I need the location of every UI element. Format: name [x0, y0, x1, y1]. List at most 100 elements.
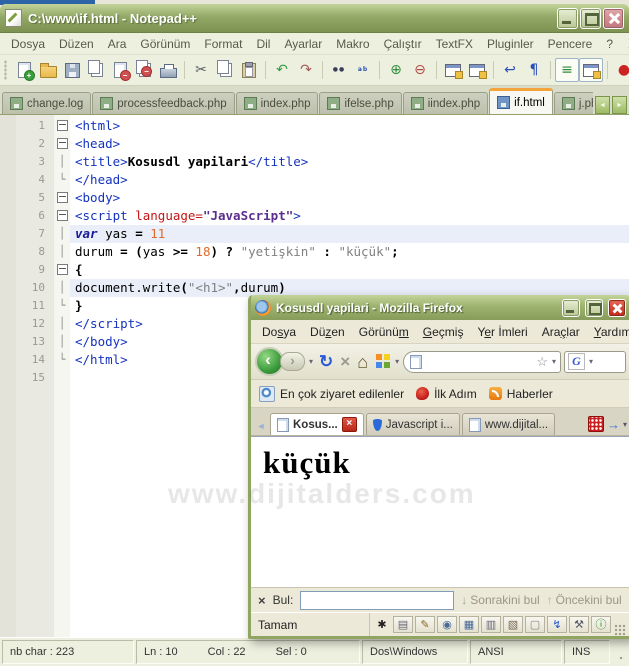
ff-tab-javascript[interactable]: Javascript i... — [365, 413, 460, 435]
lightning-icon[interactable]: ↯ — [547, 616, 567, 633]
cut-icon[interactable]: ✂ — [189, 58, 213, 82]
grid-dropdown-icon[interactable]: ▾ — [394, 357, 400, 366]
close-all-icon[interactable]: − — [132, 58, 156, 82]
bookmark-star-icon[interactable]: ☆ — [536, 355, 548, 368]
fold-collapse-icon[interactable] — [54, 189, 70, 207]
sync-horizontal-icon[interactable] — [465, 58, 489, 82]
menu-duzen[interactable]: Düzen — [52, 35, 101, 53]
find-input[interactable] — [300, 590, 455, 610]
list-all-tabs-icon[interactable] — [587, 416, 604, 432]
stop-button[interactable]: × — [338, 353, 352, 370]
replace-icon[interactable]: ab — [351, 58, 375, 82]
tab-change-log[interactable]: change.log — [2, 92, 92, 114]
ff-tab-dijital[interactable]: www.dijital... — [461, 413, 556, 435]
edit-icon[interactable]: ✎ — [415, 616, 435, 633]
tab-scroll-left-icon[interactable]: ◄ — [254, 417, 268, 435]
firefox-maximize-button[interactable] — [585, 298, 603, 317]
close-document-button[interactable]: X — [620, 37, 629, 51]
menu-gorunum[interactable]: Görünüm — [133, 35, 197, 53]
menu-makro[interactable]: Makro — [329, 35, 376, 53]
history-dropdown-icon[interactable]: ▾ — [308, 357, 314, 366]
new-file-icon[interactable]: + — [12, 58, 36, 82]
url-bar[interactable]: ☆ ▾ — [403, 350, 561, 373]
tab-scroll-right-button[interactable]: ► — [612, 96, 627, 114]
firefox-resize-grip[interactable] — [614, 624, 626, 636]
info-icon[interactable]: ⓘ — [591, 616, 611, 633]
forward-button[interactable]: › — [280, 352, 305, 371]
fold-collapse-icon[interactable] — [54, 135, 70, 153]
save-icon[interactable]: ▦ — [459, 616, 479, 633]
ff-tab-kosusdl[interactable]: Kosus... × — [270, 413, 364, 435]
zoom-in-icon[interactable]: ⊕ — [384, 58, 408, 82]
grid-icon[interactable] — [376, 354, 391, 369]
tab-close-icon[interactable]: × — [341, 417, 357, 432]
tab-processfeedback-php[interactable]: processfeedback.php — [92, 92, 235, 114]
print-icon[interactable]: ▥ — [481, 616, 501, 633]
print-icon[interactable] — [156, 58, 180, 82]
firefox-minimize-button[interactable] — [562, 298, 580, 317]
tools-icon[interactable]: ⚒ — [569, 616, 589, 633]
tab-scroll-left-button[interactable]: ◄ — [595, 96, 610, 114]
paste-icon[interactable] — [237, 58, 261, 82]
tab-j-php[interactable]: j.php — [553, 92, 593, 114]
clipboard-icon[interactable]: ▧ — [503, 616, 523, 633]
menu-pluginler[interactable]: Pluginler — [480, 35, 541, 53]
ff-menu-gorunum[interactable]: Görünüm — [352, 323, 416, 341]
bug-icon[interactable]: ✱ — [373, 616, 391, 633]
menu-format[interactable]: Format — [197, 35, 249, 53]
search-engine-dropdown-icon[interactable]: ▾ — [588, 357, 594, 366]
close-file-icon[interactable]: − — [108, 58, 132, 82]
ff-menu-yer-imleri[interactable]: Yer İmleri — [470, 323, 534, 341]
show-all-characters-icon[interactable]: ¶ — [522, 58, 546, 82]
maximize-button[interactable] — [580, 7, 601, 29]
globe-icon[interactable]: ◉ — [437, 616, 457, 633]
menu-ayarlar[interactable]: Ayarlar — [277, 35, 329, 53]
find-icon[interactable]: ●● — [327, 58, 351, 82]
ff-menu-duzen[interactable]: Düzen — [303, 323, 352, 341]
search-input[interactable] — [597, 352, 622, 372]
tab-index-php[interactable]: index.php — [235, 92, 319, 114]
bookmark-en-cok-ziyaret-edilenler[interactable]: En çok ziyaret edilenler — [259, 385, 404, 402]
redo-icon[interactable]: ↷ — [294, 58, 318, 82]
open-file-icon[interactable] — [36, 58, 60, 82]
search-box[interactable]: G ▾ — [564, 350, 626, 373]
firefox-close-button[interactable] — [608, 298, 626, 317]
window-icon[interactable]: ▢ — [525, 616, 545, 633]
find-next-button[interactable]: ↓ Sonrakini bul — [461, 593, 539, 607]
menu-ara[interactable]: Ara — [101, 35, 134, 53]
tab-iindex-php[interactable]: iindex.php — [402, 92, 489, 114]
fold-collapse-icon[interactable] — [54, 207, 70, 225]
menu-dosya[interactable]: Dosya — [4, 35, 52, 53]
menu-pencere[interactable]: Pencere — [541, 35, 600, 53]
tab-overflow-dropdown-icon[interactable]: ▾ — [623, 420, 627, 429]
tab-scroll-right-icon[interactable]: → — [607, 418, 620, 431]
menu-dil[interactable]: Dil — [249, 35, 277, 53]
undo-icon[interactable]: ↶ — [270, 58, 294, 82]
home-button[interactable]: ⌂ — [355, 353, 370, 371]
bookmark-ilk-adim[interactable]: İlk Adım — [416, 387, 477, 401]
find-close-icon[interactable]: × — [258, 593, 266, 608]
fold-collapse-icon[interactable] — [54, 261, 70, 279]
resize-grip[interactable] — [612, 640, 627, 664]
tab-ifelse-php[interactable]: ifelse.php — [319, 92, 402, 114]
ff-menu-yardim[interactable]: Yardım — [587, 323, 629, 341]
tab-if-html[interactable]: if.html — [489, 88, 553, 114]
menu-textfx[interactable]: TextFX — [429, 35, 480, 53]
notepadpp-titlebar[interactable]: C:\www\if.html - Notepad++ — [0, 4, 629, 33]
doc-switcher-icon[interactable] — [579, 58, 603, 82]
save-icon[interactable] — [60, 58, 84, 82]
page-icon[interactable]: ▤ — [393, 616, 413, 633]
menu-calistir[interactable]: Çalıştır — [377, 35, 429, 53]
zoom-out-icon[interactable]: ⊖ — [408, 58, 432, 82]
ff-menu-dosya[interactable]: Dosya — [255, 323, 303, 341]
bookmark-haberler[interactable]: Haberler — [488, 387, 553, 401]
find-previous-button[interactable]: ↑ Öncekini bul — [547, 593, 622, 607]
menu-help[interactable]: ? — [599, 35, 620, 53]
minimize-button[interactable] — [557, 7, 578, 29]
url-input[interactable] — [425, 352, 533, 372]
url-dropdown-icon[interactable]: ▾ — [551, 357, 557, 366]
indent-guide-icon[interactable]: ≡ — [555, 58, 579, 82]
fold-collapse-icon[interactable] — [54, 117, 70, 135]
refresh-button[interactable]: ↻ — [317, 353, 335, 370]
close-button[interactable] — [603, 7, 624, 29]
